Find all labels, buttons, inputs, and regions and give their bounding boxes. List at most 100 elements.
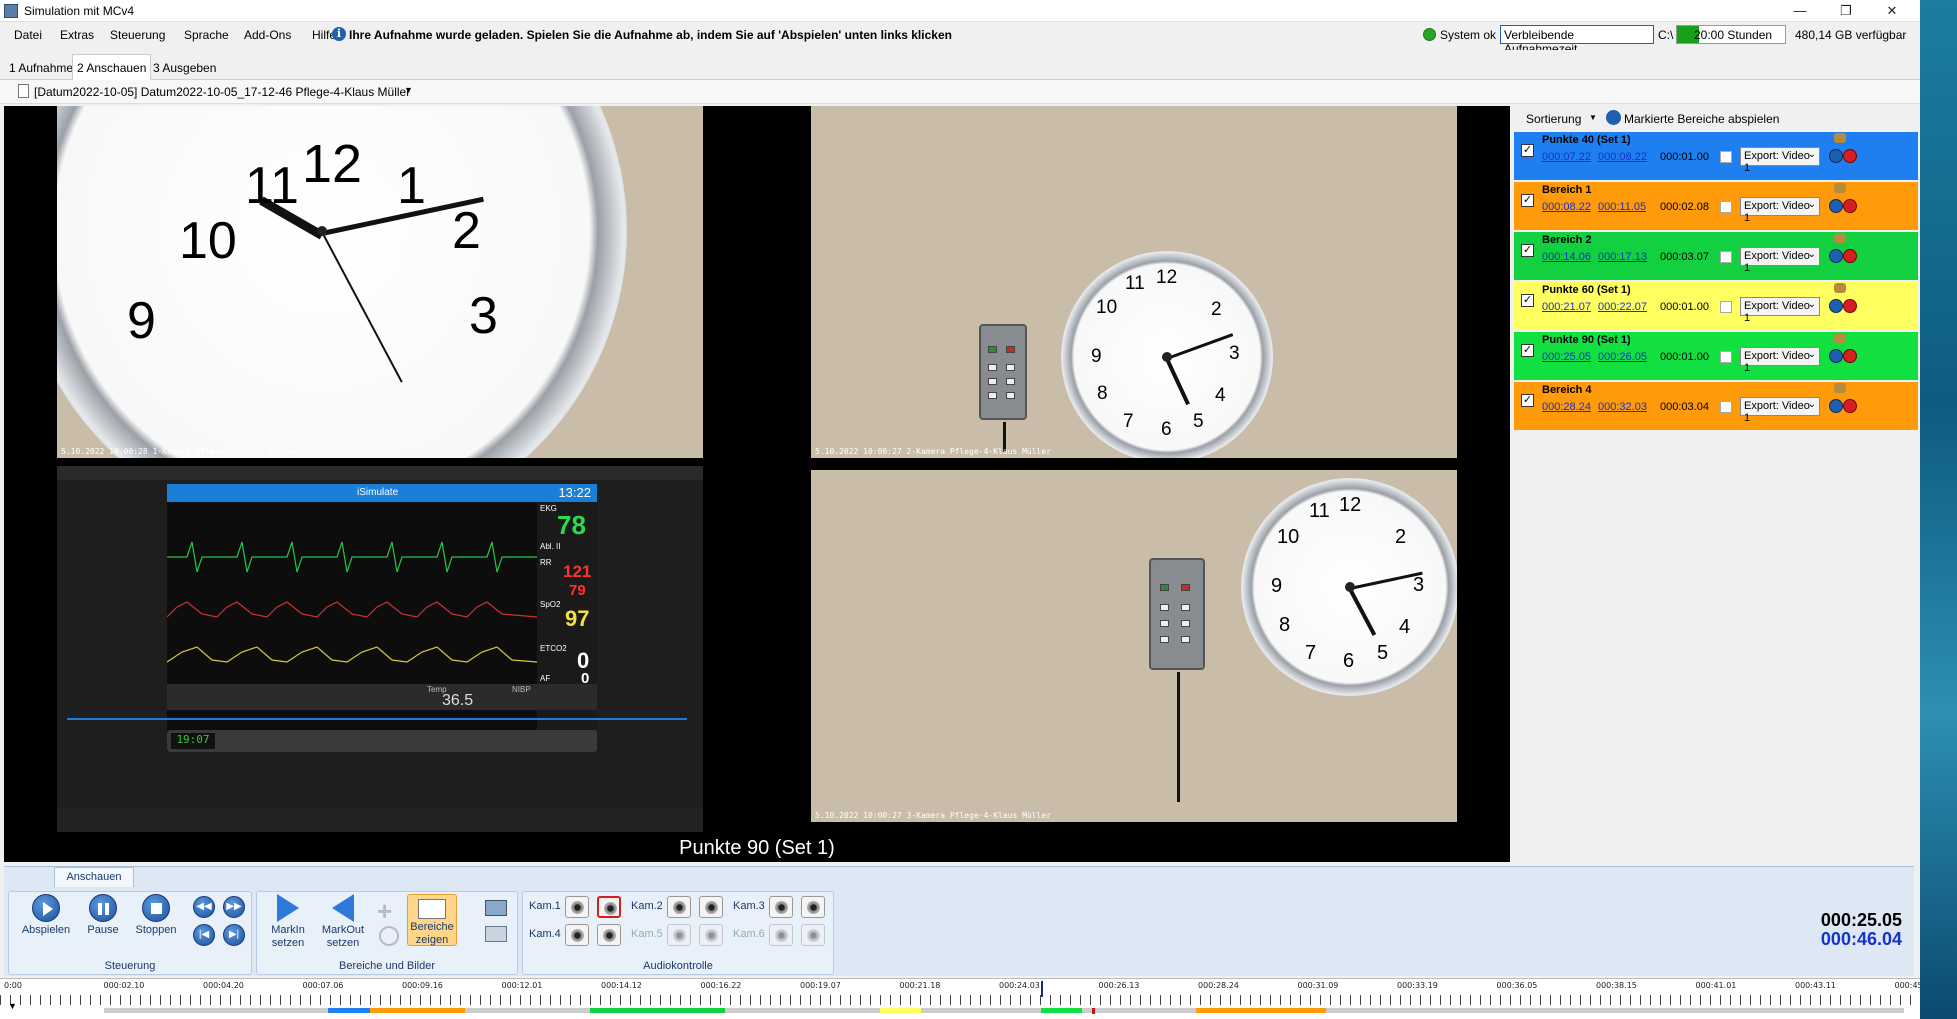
menu-addons[interactable]: Add-Ons (244, 28, 291, 42)
key-icon[interactable] (1834, 233, 1846, 243)
marker-end-link[interactable]: 000:11.05 (1598, 201, 1646, 213)
marker-export-select[interactable]: Export: Video 1 ⌄ (1740, 347, 1820, 374)
marker-checkbox[interactable]: ✓ (1521, 244, 1534, 257)
skip-back-icon[interactable]: |◀ (193, 924, 215, 946)
marker-checkbox[interactable]: ✓ (1521, 394, 1534, 407)
markout-button[interactable]: MarkOut setzen (317, 894, 369, 950)
cam-1-audio-button[interactable] (565, 896, 589, 918)
tab-ausgeben[interactable]: 3 Ausgeben (148, 54, 221, 80)
cam-6-audio-button[interactable] (769, 924, 793, 946)
play-icon[interactable] (1829, 149, 1843, 163)
marker-row[interactable]: ✓ Punkte 90 (Set 1) 000:25.05 000:26.05 000:… (1514, 332, 1918, 380)
recording-selector[interactable]: [Datum2022-10-05] Datum2022-10-05_17-12-… (0, 80, 1920, 104)
marker-end-link[interactable]: 000:26.05 (1598, 351, 1647, 363)
marker-export-select[interactable]: Export: Video 1 ⌄ (1740, 147, 1820, 174)
stop-button[interactable]: Stoppen (131, 894, 181, 937)
marker-row[interactable]: ✓ Bereich 2 000:14.06 000:17.13 000:03.07 Exp… (1514, 232, 1918, 280)
delete-icon[interactable] (1843, 299, 1857, 313)
play-marked-button[interactable]: Markierte Bereiche abspielen (1624, 112, 1779, 126)
timeline-playhead[interactable] (1041, 981, 1044, 997)
cam-4-audio-button[interactable] (565, 924, 589, 946)
marker-export-select[interactable]: Export: Video 1 ⌄ (1740, 297, 1820, 324)
marker-row[interactable]: ✓ Punkte 40 (Set 1) 000:07.22 000:08.22 000:… (1514, 132, 1918, 180)
marker-export-select[interactable]: Export: Video 1 ⌄ (1740, 397, 1820, 424)
cam-2-mute-button[interactable] (699, 896, 723, 918)
marker-checkbox[interactable]: ✓ (1521, 344, 1534, 357)
camera-1-view[interactable]: 11 12 1 10 2 9 3 5.10.2022 10:00:28 1-Ka… (57, 106, 703, 458)
marker-start-link[interactable]: 000:07.22 (1542, 151, 1591, 163)
cam-5-mute-button[interactable] (699, 924, 723, 946)
marker-checkbox[interactable]: ✓ (1521, 294, 1534, 307)
menu-extras[interactable]: Extras (60, 28, 94, 42)
menu-steuerung[interactable]: Steuerung (110, 28, 165, 42)
cam-4-mute-button[interactable] (597, 924, 621, 946)
key-icon[interactable] (1834, 133, 1846, 143)
marker-start-link[interactable]: 000:28.24 (1542, 401, 1591, 413)
play-icon[interactable] (1829, 249, 1843, 263)
marker-export-select[interactable]: Export: Video 1 ⌄ (1740, 247, 1820, 274)
chevron-down-icon[interactable]: ▼ (1589, 113, 1597, 122)
video-grid[interactable]: 11 12 1 10 2 9 3 5.10.2022 10:00:28 1-Ka… (4, 106, 1510, 862)
marker-checkbox[interactable]: ✓ (1521, 194, 1534, 207)
marker-end-link[interactable]: 000:22.07 (1598, 301, 1647, 313)
marker-toggle[interactable] (1720, 151, 1732, 163)
marker-end-link[interactable]: 000:08.22 (1598, 151, 1647, 163)
marker-row[interactable]: ✓ Bereich 1 000:08.22 000:11.05 000:02.08 Exp… (1514, 182, 1918, 230)
key-icon[interactable] (1834, 183, 1846, 193)
add-icon[interactable]: + (377, 896, 392, 927)
markin-button[interactable]: MarkIn setzen (263, 894, 313, 950)
marker-toggle[interactable] (1720, 301, 1732, 313)
chevron-down-icon[interactable]: ▼ (404, 85, 413, 95)
skip-forward-icon[interactable]: ▶| (223, 924, 245, 946)
camera-3-view[interactable]: 11 12 10 2 9 3 8 4 7 6 5 5.10.2022 10:00… (811, 470, 1457, 822)
tab-anschauen[interactable]: 2 Anschauen (72, 54, 152, 80)
delete-icon[interactable] (1843, 199, 1857, 213)
video-progress[interactable] (67, 718, 687, 720)
marker-start-link[interactable]: 000:08.22 (1542, 201, 1591, 213)
marker-export-select[interactable]: Export: Video 1 ⌄ (1740, 197, 1820, 224)
key-icon[interactable] (1834, 283, 1846, 293)
marker-start-link[interactable]: 000:21.07 (1542, 301, 1591, 313)
marker-start-link[interactable]: 000:25.05 (1542, 351, 1591, 363)
timeline-start-marker-icon[interactable]: ▼ (8, 1001, 17, 1011)
play-icon[interactable] (1829, 199, 1843, 213)
marker-end-link[interactable]: 000:32.03 (1598, 401, 1647, 413)
cam-5-audio-button[interactable] (667, 924, 691, 946)
delete-icon[interactable] (1843, 349, 1857, 363)
image-icon[interactable] (485, 900, 507, 916)
marker-end-link[interactable]: 000:17.13 (1598, 251, 1647, 263)
marker-toggle[interactable] (1720, 201, 1732, 213)
show-ranges-button[interactable]: Bereiche zeigen (407, 894, 457, 946)
timeline[interactable]: 0:00 000:02.10 000:04.20 000:07.06 000:09.16… (0, 978, 1920, 1019)
cam-1-mute-button[interactable] (597, 896, 621, 918)
restore-button[interactable]: ❐ (1823, 0, 1869, 22)
close-button[interactable]: ✕ (1869, 0, 1915, 22)
play-button[interactable]: Abspielen (19, 894, 73, 937)
play-icon[interactable] (1606, 110, 1621, 125)
play-icon[interactable] (1829, 399, 1843, 413)
delete-icon[interactable] (1843, 149, 1857, 163)
menu-sprache[interactable]: Sprache (184, 28, 229, 42)
delete-icon[interactable] (1843, 399, 1857, 413)
marker-start-link[interactable]: 000:14.06 (1542, 251, 1591, 263)
marker-toggle[interactable] (1720, 251, 1732, 263)
simulator-screen-view[interactable]: iSimulate 13:22 EKG 78 Abl. II RR 121 79… (57, 466, 703, 832)
menu-datei[interactable]: Datei (14, 28, 42, 42)
play-icon[interactable] (1829, 299, 1843, 313)
cam-2-audio-button[interactable] (667, 896, 691, 918)
camera-2-view[interactable]: 11 12 10 2 9 3 8 4 7 6 5 5.10.2022 10:00… (811, 106, 1457, 458)
key-icon[interactable] (1834, 333, 1846, 343)
fast-forward-icon[interactable]: ▶▶ (223, 896, 245, 918)
cam-3-audio-button[interactable] (769, 896, 793, 918)
rewind-icon[interactable]: ◀◀ (193, 896, 215, 918)
minimize-button[interactable]: — (1777, 0, 1823, 22)
ribbon-tab-anschauen[interactable]: Anschauen (54, 867, 134, 887)
pause-button[interactable]: Pause (81, 894, 125, 937)
marker-checkbox[interactable]: ✓ (1521, 144, 1534, 157)
marker-toggle[interactable] (1720, 401, 1732, 413)
marker-row[interactable]: ✓ Punkte 60 (Set 1) 000:21.07 000:22.07 000:… (1514, 282, 1918, 330)
delete-icon[interactable] (1843, 249, 1857, 263)
gallery-icon[interactable] (485, 926, 507, 942)
marker-toggle[interactable] (1720, 351, 1732, 363)
play-icon[interactable] (1829, 349, 1843, 363)
